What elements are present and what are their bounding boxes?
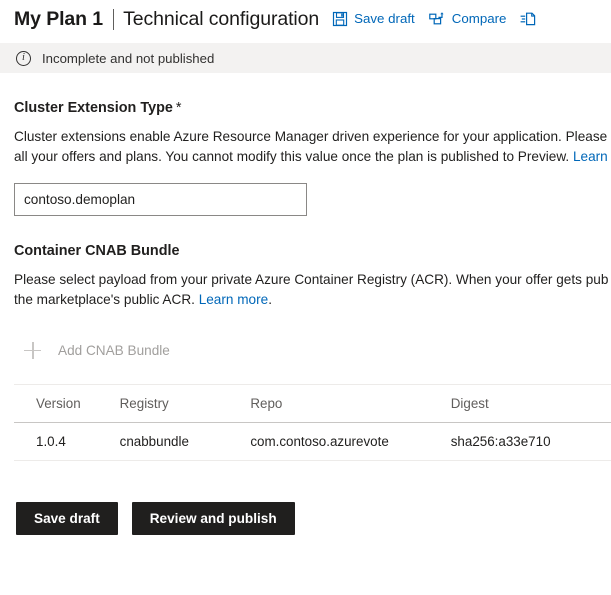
plan-title: My Plan 1	[14, 7, 104, 30]
status-banner-text: Incomplete and not published	[42, 50, 215, 66]
cell-registry: cnabbundle	[119, 434, 189, 449]
save-disk-icon	[331, 11, 348, 28]
cluster-extension-type-label: Cluster Extension Type *	[14, 100, 611, 116]
cnab-description: Please select payload from your private …	[14, 270, 611, 310]
container-cnab-bundle-label: Container CNAB Bundle	[14, 243, 180, 259]
page-title: Technical configuration	[123, 7, 320, 30]
table-row[interactable]: 1.0.4 cnabbundle com.contoso.azurevote s…	[14, 423, 611, 461]
header-compare-command[interactable]: Compare	[428, 11, 507, 28]
plus-icon	[24, 341, 41, 359]
add-cnab-bundle-label: Add CNAB Bundle	[58, 342, 170, 358]
form-content: Cluster Extension Type * Cluster extensio…	[0, 100, 611, 461]
compare-icon	[428, 11, 446, 28]
column-header-registry: Registry	[119, 396, 169, 411]
cell-repo: com.contoso.azurevote	[250, 434, 389, 449]
column-header-repo: Repo	[250, 396, 283, 411]
required-marker: *	[175, 100, 182, 116]
cluster-extension-learn-more-link[interactable]: Learn	[573, 149, 608, 164]
page-header: My Plan 1 Technical configuration Save d…	[0, 0, 611, 38]
description-line-2-text: all your offers and plans. You cannot mo…	[14, 149, 573, 164]
info-circle-icon: i	[16, 50, 31, 66]
add-cnab-bundle-button[interactable]: Add CNAB Bundle	[14, 337, 224, 363]
status-banner: i Incomplete and not published	[0, 43, 611, 73]
cnab-bundle-table: Version Registry Repo Digest 1.0.4 cnabb…	[14, 384, 611, 461]
cluster-extension-description: Cluster extensions enable Azure Resource…	[14, 127, 611, 167]
cluster-extension-type-label-text: Cluster Extension Type	[14, 100, 173, 116]
description-line-1: Cluster extensions enable Azure Resource…	[14, 129, 608, 144]
cnab-description-line-2-text: the marketplace's public ACR.	[14, 292, 199, 307]
cluster-extension-type-input[interactable]	[14, 183, 307, 216]
description-line-2: all your offers and plans. You cannot mo…	[14, 147, 611, 167]
cnab-description-line-2: the marketplace's public ACR. Learn more…	[14, 290, 611, 310]
header-save-draft-label: Save draft	[354, 11, 415, 27]
table-header-row: Version Registry Repo Digest	[14, 385, 611, 423]
cnab-description-line-2-period: .	[268, 292, 272, 307]
column-header-version: Version	[36, 396, 81, 411]
save-draft-button[interactable]: Save draft	[16, 502, 118, 535]
header-page-command[interactable]	[520, 11, 543, 28]
page-document-icon	[520, 11, 537, 28]
command-bar: Save draft Compare	[331, 11, 557, 28]
column-header-digest: Digest	[450, 396, 489, 411]
cnab-description-line-1: Please select payload from your private …	[14, 272, 609, 287]
header-compare-label: Compare	[451, 11, 507, 27]
cell-version: 1.0.4	[36, 434, 66, 449]
cell-digest: sha256:a33e710	[450, 434, 551, 449]
review-and-publish-button[interactable]: Review and publish	[131, 502, 295, 535]
header-save-draft-command[interactable]: Save draft	[331, 11, 415, 28]
footer-actions: Save draft Review and publish	[0, 502, 611, 535]
title-divider	[113, 8, 115, 30]
cnab-learn-more-link[interactable]: Learn more	[199, 292, 269, 307]
